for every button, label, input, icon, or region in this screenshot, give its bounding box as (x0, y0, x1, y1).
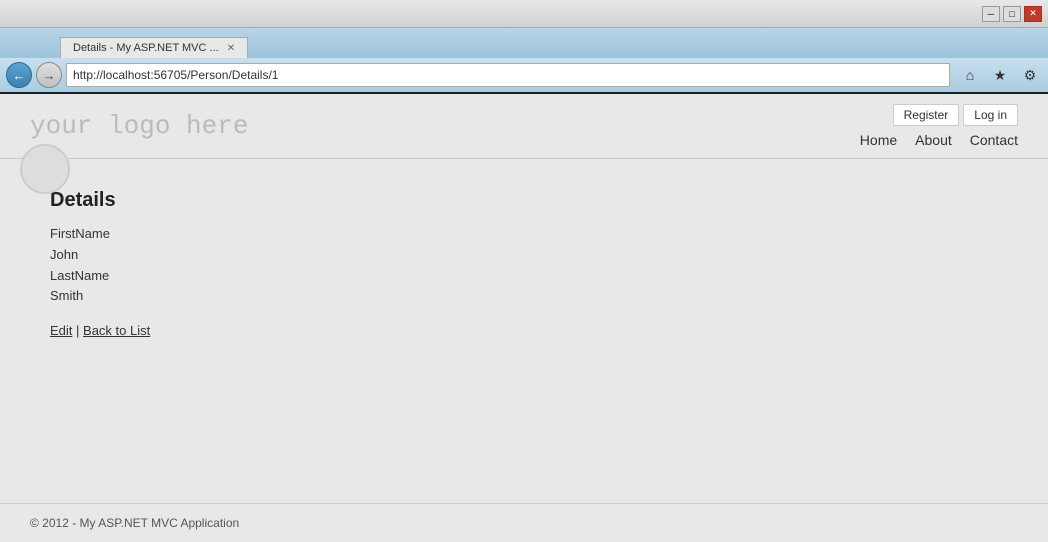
footer-text: © 2012 - My ASP.NET MVC Application (30, 516, 239, 530)
main-content: Details FirstName John LastName Smith Ed… (0, 159, 1048, 368)
browser-tab[interactable]: Details - My ASP.NET MVC ... ✕ (60, 37, 248, 58)
tab-close-icon[interactable]: ✕ (227, 43, 235, 54)
title-bar-buttons: ─ □ ✕ (982, 6, 1042, 22)
settings-icon[interactable]: ⚙ (1018, 63, 1042, 87)
close-button[interactable]: ✕ (1024, 6, 1042, 22)
url-text: http://localhost:56705/Person/Details/1 (73, 68, 278, 82)
firstname-label: FirstName (50, 224, 998, 245)
tab-label: Details - My ASP.NET MVC ... (73, 42, 219, 54)
favorites-icon[interactable]: ★ (988, 63, 1012, 87)
nav-icons-right: ⌂ ★ ⚙ (958, 63, 1042, 87)
actions: Edit | Back to List (50, 323, 998, 338)
page-content: your logo here Register Log in Home Abou… (0, 94, 1048, 542)
separator: | (76, 323, 83, 338)
nav-bar: ← → http://localhost:56705/Person/Detail… (0, 58, 1048, 94)
forward-button[interactable]: → (36, 62, 62, 88)
maximize-button[interactable]: □ (1003, 6, 1021, 22)
nav-home-link[interactable]: Home (860, 132, 897, 148)
auth-buttons: Register Log in (893, 104, 1018, 126)
tab-bar: Details - My ASP.NET MVC ... ✕ (0, 28, 1048, 58)
back-button[interactable]: ← (6, 62, 32, 88)
app-footer: © 2012 - My ASP.NET MVC Application (0, 503, 1048, 542)
address-bar[interactable]: http://localhost:56705/Person/Details/1 (66, 63, 950, 87)
page-title: Details (50, 189, 998, 212)
nav-links: Home About Contact (860, 132, 1018, 148)
nav-about-link[interactable]: About (915, 132, 952, 148)
home-icon[interactable]: ⌂ (958, 63, 982, 87)
register-button[interactable]: Register (893, 104, 960, 126)
title-bar: ─ □ ✕ (0, 0, 1048, 28)
back-to-list-link[interactable]: Back to List (83, 323, 150, 338)
header-right: Register Log in Home About Contact (860, 104, 1018, 148)
edit-link[interactable]: Edit (50, 323, 72, 338)
nav-contact-link[interactable]: Contact (970, 132, 1018, 148)
login-button[interactable]: Log in (963, 104, 1018, 126)
app-header: your logo here Register Log in Home Abou… (0, 94, 1048, 159)
logo-text: your logo here (30, 111, 248, 141)
circle-logo (20, 144, 70, 194)
lastname-label: LastName (50, 266, 998, 287)
minimize-button[interactable]: ─ (982, 6, 1000, 22)
lastname-value: Smith (50, 286, 998, 307)
browser-window: ─ □ ✕ Details - My ASP.NET MVC ... ✕ ← →… (0, 0, 1048, 542)
firstname-value: John (50, 245, 998, 266)
